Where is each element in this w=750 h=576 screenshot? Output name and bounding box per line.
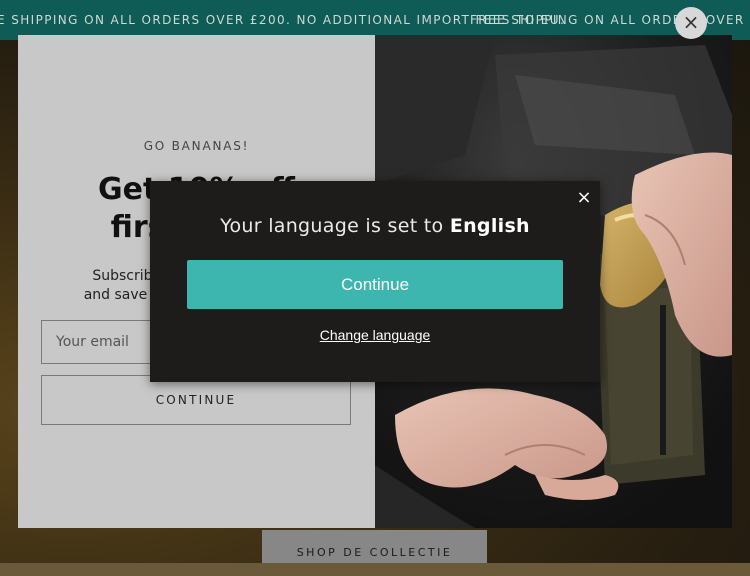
announcement-bar: FREE SHIPPING ON ALL ORDERS OVER £200. N… [0,0,750,40]
language-title-prefix: Your language is set to [220,215,450,237]
language-modal: × Your language is set to English Contin… [150,181,600,382]
language-modal-title: Your language is set to English [150,215,600,237]
announcement-text-repeat: FREE SHIPPING ON ALL ORDERS OVER £200. N… [470,13,750,27]
change-language-link[interactable]: Change language [150,327,600,343]
modal-close-icon[interactable]: × [573,187,595,209]
signup-continue-button[interactable]: CONTINUE [41,375,351,425]
close-icon[interactable]: × [675,7,707,39]
popup-eyebrow: GO BANANAS! [143,139,250,153]
current-language: English [449,215,530,237]
language-continue-button[interactable]: Continue [187,260,563,309]
